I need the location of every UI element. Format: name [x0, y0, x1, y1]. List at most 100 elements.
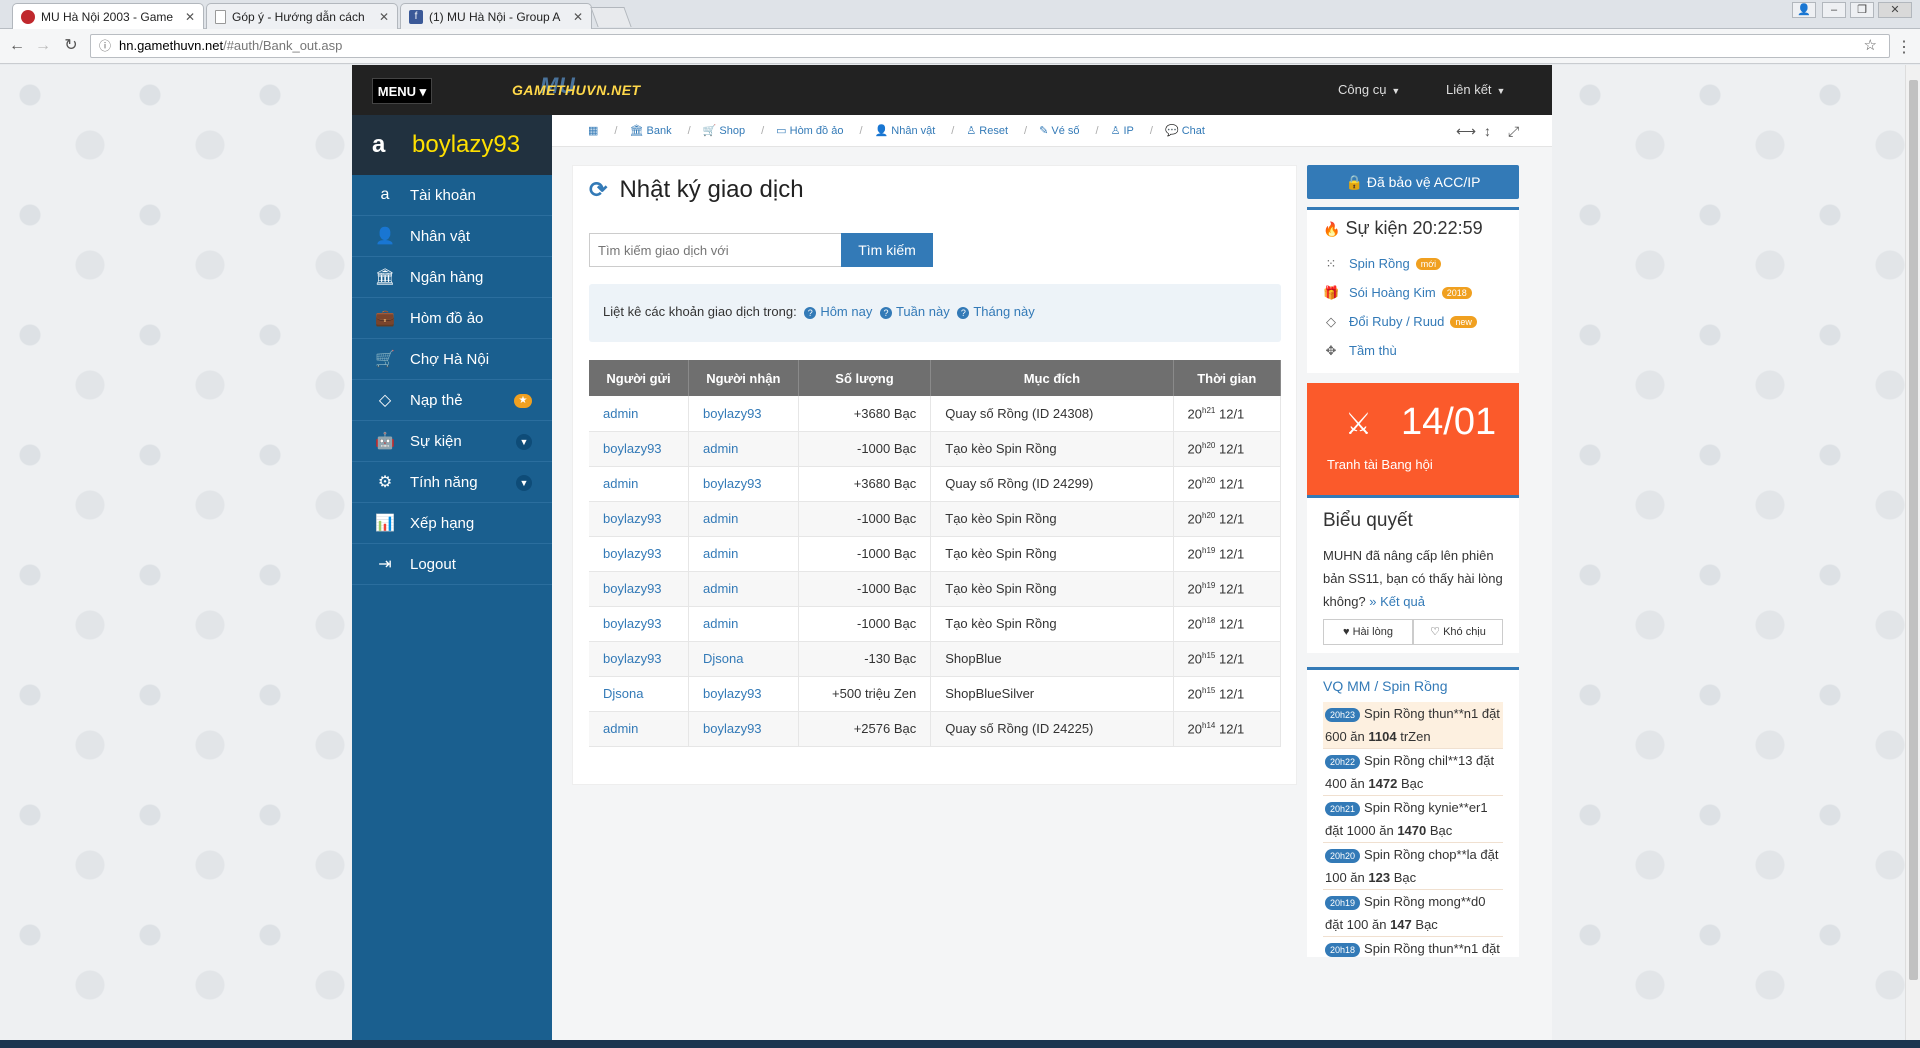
sender-link[interactable]: admin: [589, 466, 689, 502]
close-window-icon[interactable]: ✕: [1878, 2, 1912, 18]
filter-week-link[interactable]: Tuần này: [896, 304, 950, 319]
event-label: Spin Rồng: [1349, 256, 1410, 271]
close-tab-icon[interactable]: ✕: [185, 10, 195, 24]
username[interactable]: boylazy93: [412, 131, 520, 159]
event-link-ruby[interactable]: ◇ Đổi Ruby / Ruud new: [1323, 307, 1503, 336]
receiver-link[interactable]: admin: [688, 536, 799, 572]
scrollbar-thumb[interactable]: [1909, 80, 1918, 980]
column-header[interactable]: Người gửi: [589, 360, 689, 396]
fullscreen-icon[interactable]: ⤢: [1508, 123, 1519, 140]
receiver-link[interactable]: admin: [688, 606, 799, 642]
sender-link[interactable]: boylazy93: [589, 501, 689, 537]
amount-cell: -1000 Bạc: [798, 571, 932, 607]
browser-menu-icon[interactable]: ⋮: [1896, 37, 1912, 57]
sender-link[interactable]: boylazy93: [589, 431, 689, 467]
calendar-icon[interactable]: ▦: [588, 124, 598, 137]
site-container: MENU ▾ MU GAMETHUVN.NET Công cụ ▼ Liên kết…: [352, 65, 1552, 1040]
user-icon[interactable]: 👤: [1792, 2, 1816, 18]
url-path: /#auth/Bank_out.asp: [223, 38, 343, 53]
sidebar-item-events[interactable]: 🤖 Sự kiện ▼: [352, 421, 552, 462]
filter-today-link[interactable]: Hôm nay: [820, 304, 872, 319]
browser-tab[interactable]: MU Hà Nội 2003 - Game ✕: [12, 3, 204, 29]
breadcrumb-lottery[interactable]: ✎ Vé số: [1039, 124, 1079, 137]
breadcrumb-reset[interactable]: ♙ Reset: [966, 124, 1008, 137]
sidebar-item-label: Nhân vật: [410, 227, 471, 245]
guild-war-banner[interactable]: ⚔ 14/01 Tranh tài Bang hội: [1307, 383, 1519, 495]
sidebar-item-ranking[interactable]: 📊 Xếp hạng: [352, 503, 552, 544]
vote-buttons: ♥ Hài lòng ♡ Khó chịu: [1323, 619, 1503, 645]
refresh-icon[interactable]: ⟳: [589, 177, 607, 203]
column-header[interactable]: Người nhận: [688, 360, 799, 396]
bookmark-star-icon[interactable]: ☆: [1864, 35, 1877, 57]
links-dropdown[interactable]: Liên kết ▼: [1446, 82, 1505, 97]
sender-link[interactable]: admin: [589, 711, 689, 747]
sender-link[interactable]: Djsona: [589, 676, 689, 712]
vote-results-link[interactable]: » Kết quả: [1369, 594, 1425, 609]
browser-tab[interactable]: f (1) MU Hà Nội - Group A ✕: [400, 3, 592, 29]
browser-tab[interactable]: Góp ý - Hướng dẫn cách ✕: [206, 3, 398, 29]
search-button[interactable]: Tìm kiếm: [841, 233, 933, 267]
expand-horizontal-icon[interactable]: ⟷: [1456, 123, 1476, 140]
sidebar-item-topup[interactable]: ◇ Nạp thẻ ★: [352, 380, 552, 421]
breadcrumb-shop[interactable]: 🛒 Shop: [703, 124, 745, 137]
purpose-cell: Tạo kèo Spin Rồng: [930, 501, 1174, 537]
sender-link[interactable]: boylazy93: [589, 536, 689, 572]
breadcrumb-chest[interactable]: ▭ Hòm đồ ảo: [776, 124, 843, 137]
search-input[interactable]: [589, 233, 841, 267]
column-header[interactable]: Mục đích: [930, 360, 1174, 396]
receiver-link[interactable]: boylazy93: [688, 466, 799, 502]
page-info-icon[interactable]: ⓘ: [99, 35, 111, 57]
column-header[interactable]: Số lượng: [798, 360, 932, 396]
vote-unhappy-button[interactable]: ♡ Khó chịu: [1413, 619, 1503, 645]
vote-satisfied-button[interactable]: ♥ Hài lòng: [1323, 619, 1413, 645]
breadcrumb-chat[interactable]: 💬 Chat: [1165, 124, 1205, 137]
forward-arrow-icon[interactable]: →: [34, 37, 52, 55]
receiver-link[interactable]: boylazy93: [688, 676, 799, 712]
page-scrollbar[interactable]: [1905, 65, 1920, 1040]
event-link-wolf[interactable]: 🎁 Sói Hoàng Kim 2018: [1323, 278, 1503, 307]
expand-vertical-icon[interactable]: ↕: [1484, 123, 1491, 139]
sidebar-item-account[interactable]: a Tài khoản: [352, 175, 552, 216]
back-arrow-icon[interactable]: ←: [8, 37, 26, 55]
sidebar-item-virtual-chest[interactable]: 💼 Hòm đồ ảo: [352, 298, 552, 339]
event-link-treasure[interactable]: ✥ Tầm thù: [1323, 336, 1503, 365]
receiver-link[interactable]: admin: [688, 501, 799, 537]
spin-time-badge: 20h21: [1325, 801, 1361, 816]
receiver-link[interactable]: admin: [688, 431, 799, 467]
sender-link[interactable]: boylazy93: [589, 606, 689, 642]
site-logo[interactable]: MU GAMETHUVN.NET: [512, 73, 641, 103]
restore-icon[interactable]: ❐: [1850, 2, 1874, 18]
receiver-link[interactable]: boylazy93: [688, 711, 799, 747]
spin-feed-title[interactable]: VQ MM / Spin Rồng: [1323, 678, 1503, 694]
reload-icon[interactable]: ↻: [62, 37, 80, 55]
receiver-link[interactable]: Djsona: [688, 641, 799, 677]
close-tab-icon[interactable]: ✕: [573, 10, 583, 24]
filter-month-link[interactable]: Tháng này: [973, 304, 1034, 319]
table-row: admin boylazy93 +3680 Bạc Quay số Rồng (ID …: [589, 396, 1282, 432]
sidebar-item-market[interactable]: 🛒 Chợ Hà Nội: [352, 339, 552, 380]
sidebar-item-features[interactable]: ⚙ Tính năng ▼: [352, 462, 552, 503]
close-tab-icon[interactable]: ✕: [379, 10, 389, 24]
tools-dropdown[interactable]: Công cụ ▼: [1338, 82, 1400, 97]
purpose-cell: ShopBlueSilver: [930, 676, 1174, 712]
event-link-spin[interactable]: ⁙ Spin Rồng mới: [1323, 249, 1503, 278]
receiver-link[interactable]: admin: [688, 571, 799, 607]
sender-link[interactable]: boylazy93: [589, 571, 689, 607]
menu-button[interactable]: MENU ▾: [372, 78, 432, 104]
sidebar-item-logout[interactable]: ⇥ Logout: [352, 544, 552, 585]
account-protected-button[interactable]: 🔒 Đã bảo vệ ACC/IP: [1307, 165, 1519, 199]
breadcrumb-characters[interactable]: 👤 Nhân vật: [875, 124, 936, 137]
sidebar-item-bank[interactable]: 🏛 Ngân hàng: [352, 257, 552, 298]
column-header[interactable]: Thời gian: [1173, 360, 1282, 396]
breadcrumb-ip[interactable]: ♙ IP: [1111, 124, 1134, 137]
sender-link[interactable]: admin: [589, 396, 689, 432]
sender-link[interactable]: boylazy93: [589, 641, 689, 677]
sidebar-item-characters[interactable]: 👤 Nhân vật: [352, 216, 552, 257]
time-minute: h18: [1202, 615, 1216, 625]
new-tab-button[interactable]: [590, 7, 632, 27]
minimize-icon[interactable]: –: [1822, 2, 1846, 18]
breadcrumb-bank[interactable]: 🏛 Bank: [629, 124, 671, 137]
receiver-link[interactable]: boylazy93: [688, 396, 799, 432]
url-input[interactable]: ⓘ hn.gamethuvn.net/#auth/Bank_out.asp ☆: [90, 34, 1890, 58]
sidebar-item-label: Nạp thẻ: [410, 391, 463, 409]
